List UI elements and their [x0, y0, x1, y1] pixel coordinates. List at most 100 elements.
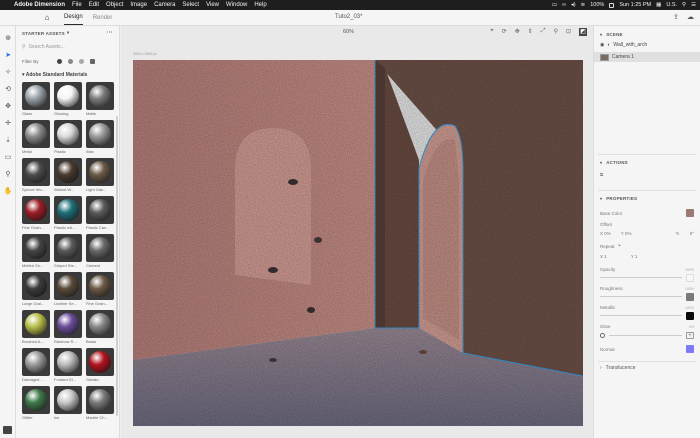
glow-slider-knob[interactable]	[600, 332, 605, 338]
scene-render[interactable]	[133, 60, 583, 426]
menu-window[interactable]: Window	[226, 2, 247, 8]
cast-icon[interactable]: ▭	[552, 2, 557, 8]
material-thumbnail[interactable]	[86, 120, 114, 148]
material-item[interactable]: Fine Grain...	[86, 272, 114, 309]
material-item[interactable]: Wax	[86, 120, 114, 157]
visibility-icon[interactable]: ◉	[600, 42, 604, 48]
material-item[interactable]: Metal	[22, 120, 50, 157]
material-thumbnail[interactable]	[86, 272, 114, 300]
material-item[interactable]: Plastic Can...	[86, 196, 114, 233]
action-icon[interactable]: ⧉	[600, 172, 603, 177]
sample-tool-icon[interactable]: ▭	[0, 148, 16, 165]
material-thumbnail[interactable]	[54, 272, 82, 300]
menu-object[interactable]: Object	[106, 2, 123, 8]
roughness-map-swatch[interactable]	[686, 292, 694, 301]
material-item[interactable]: Glowing	[54, 82, 82, 119]
input-locale[interactable]: U.S.	[666, 2, 677, 8]
menu-help[interactable]: Help	[254, 2, 266, 8]
material-item[interactable]: Glass	[22, 82, 50, 119]
render-preview-icon[interactable]: ◩	[579, 28, 587, 36]
material-thumbnail[interactable]	[86, 386, 114, 414]
material-item[interactable]: Walnut W...	[54, 158, 82, 195]
material-item[interactable]: Cement	[86, 234, 114, 271]
material-item[interactable]: Gelatin	[86, 348, 114, 385]
scene-camera-name[interactable]: Camera 1	[612, 54, 634, 60]
material-thumbnail[interactable]	[54, 348, 82, 376]
menu-edit[interactable]: Edit	[89, 2, 99, 8]
material-thumbnail[interactable]	[22, 310, 50, 338]
material-item[interactable]: Marble Ch...	[86, 386, 114, 423]
offset-x-field[interactable]: X 0%	[600, 231, 611, 236]
hand-tool-icon[interactable]: ✋	[0, 182, 16, 199]
glow-slider[interactable]	[609, 334, 682, 336]
material-item[interactable]: Spruce Wo...	[22, 158, 50, 195]
material-item[interactable]: Glitter	[22, 386, 50, 423]
magic-wand-icon[interactable]: ✧	[0, 63, 16, 80]
material-item[interactable]: Brushed A...	[22, 310, 50, 347]
filter-materials-icon[interactable]	[67, 58, 73, 64]
normal-map-swatch[interactable]	[686, 345, 694, 353]
scene-item-wall[interactable]: ◉ ◐ Wall_with_arch	[594, 40, 700, 50]
orbit-tool-icon[interactable]: ⟲	[0, 80, 16, 97]
base-color-swatch[interactable]	[686, 209, 694, 217]
wifi-icon[interactable]: ≋	[581, 2, 586, 8]
material-thumbnail[interactable]	[54, 234, 82, 262]
material-item[interactable]: Leather Se...	[54, 272, 82, 309]
roughness-slider[interactable]	[600, 296, 682, 297]
material-item[interactable]: Light Oak...	[86, 158, 114, 195]
material-thumbnail[interactable]	[54, 196, 82, 224]
material-thumbnail[interactable]	[86, 82, 114, 110]
clock[interactable]: Sun 1:25 PM	[619, 2, 651, 8]
material-item[interactable]: Brass	[86, 310, 114, 347]
repeat-y-field[interactable]: Y 1	[631, 254, 638, 259]
material-thumbnail[interactable]	[54, 82, 82, 110]
repeat-x-field[interactable]: X 1	[600, 254, 607, 259]
material-thumbnail[interactable]	[22, 386, 50, 414]
metallic-map-swatch[interactable]	[686, 311, 694, 320]
notification-icon[interactable]: ☰	[691, 2, 696, 8]
chevron-down-icon[interactable]: ▾	[22, 72, 25, 78]
menu-select[interactable]: Select	[182, 2, 199, 8]
material-thumbnail[interactable]	[54, 120, 82, 148]
material-thumbnail[interactable]	[54, 310, 82, 338]
menu-app-name[interactable]: Adobe Dimension	[14, 2, 65, 8]
battery-icon[interactable]	[609, 2, 615, 8]
more-icon[interactable]: ···	[106, 30, 113, 36]
material-thumbnail[interactable]	[86, 348, 114, 376]
frame-icon[interactable]: ⤢	[541, 28, 546, 36]
link-icon[interactable]: ⚭	[618, 243, 622, 249]
camera-bookmark-icon[interactable]: ⌖	[490, 28, 493, 36]
move-tool-icon[interactable]: ✛	[0, 114, 16, 131]
material-item[interactable]: Large Grai...	[22, 272, 50, 309]
chevron-down-icon[interactable]: ▾	[67, 30, 69, 36]
panel-toggle-icon[interactable]	[3, 426, 12, 434]
add-glow-map-icon[interactable]: +	[686, 331, 694, 339]
menu-view[interactable]: View	[206, 2, 219, 8]
material-item[interactable]: Damaged ...	[22, 348, 50, 385]
rotation-field[interactable]: 0°	[690, 231, 694, 236]
material-thumbnail[interactable]	[86, 158, 114, 186]
cloud-icon[interactable]: ☁	[687, 13, 694, 21]
share-icon[interactable]: ⇪	[673, 13, 679, 21]
material-item[interactable]: Fine Grain...	[22, 196, 50, 233]
render-viewport[interactable]	[133, 60, 583, 426]
opacity-slider[interactable]	[600, 277, 682, 278]
drop-tool-icon[interactable]: ⇣	[0, 131, 16, 148]
material-thumbnail[interactable]	[22, 158, 50, 186]
material-item[interactable]: Plastic	[54, 120, 82, 157]
asset-search[interactable]: ⚲ Search Assets...	[22, 42, 113, 52]
material-thumbnail[interactable]	[22, 196, 50, 224]
translucence-label[interactable]: Translucence	[606, 365, 636, 371]
tab-design[interactable]: Design	[64, 10, 83, 25]
material-thumbnail[interactable]	[22, 82, 50, 110]
fit-icon[interactable]: ⊡	[566, 28, 571, 36]
metallic-slider[interactable]	[600, 315, 682, 316]
offset-y-field[interactable]: Y 0%	[621, 231, 632, 236]
pan-tool-icon[interactable]: ✥	[0, 97, 16, 114]
menu-image[interactable]: Image	[130, 2, 147, 8]
material-thumbnail[interactable]	[54, 386, 82, 414]
zoom-icon[interactable]: ⚲	[554, 28, 558, 36]
camera-pan-icon[interactable]: ✥	[515, 28, 520, 36]
zoom-level[interactable]: 60%	[343, 29, 354, 35]
zoom-tool-icon[interactable]: ⚲	[0, 165, 16, 182]
